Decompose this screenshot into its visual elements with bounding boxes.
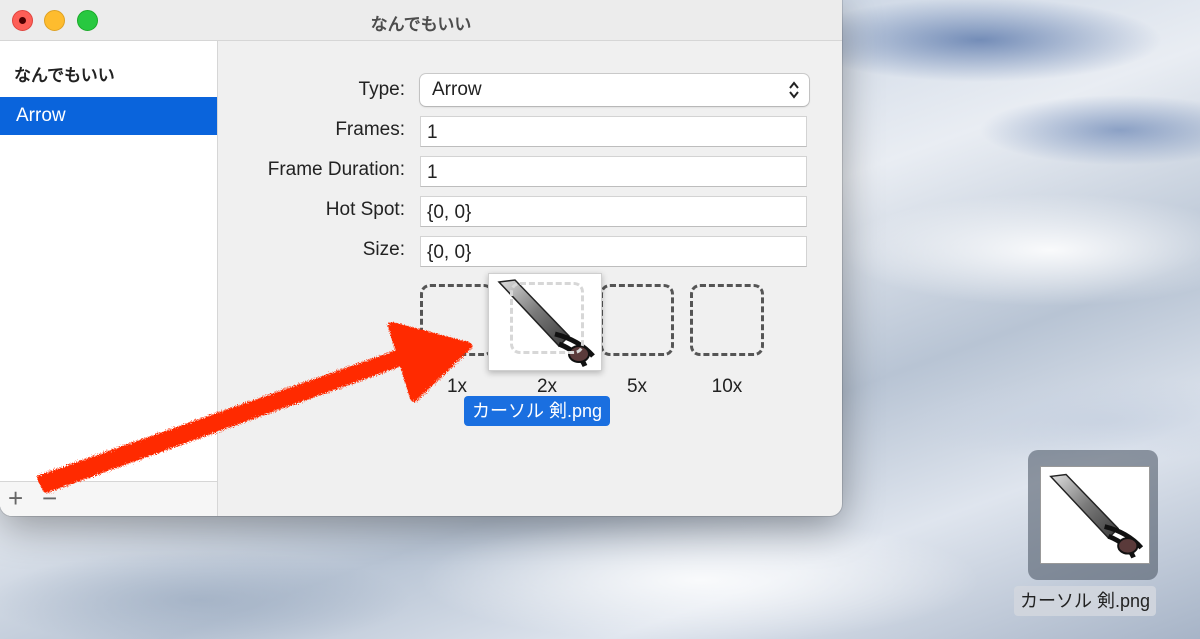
title-bar: なんでもいい <box>0 0 842 41</box>
remove-button[interactable]: − <box>42 484 57 512</box>
sword-image-icon <box>1049 473 1144 559</box>
well-label-5x: 5x <box>626 376 648 397</box>
hot-spot-label: Hot Spot: <box>325 199 405 220</box>
well-label-10x: 10x <box>711 376 743 397</box>
image-well-1x[interactable] <box>420 284 494 356</box>
frames-field[interactable]: 1 <box>420 116 807 147</box>
frame-duration-field[interactable]: 1 <box>420 156 807 187</box>
desktop-file-icon[interactable] <box>1040 466 1150 564</box>
well-label-2x: 2x <box>536 376 558 397</box>
chevron-updown-icon <box>789 81 799 99</box>
size-label: Size: <box>362 239 405 260</box>
image-well-5x[interactable] <box>600 284 674 356</box>
app-window: なんでもいい なんでもいい Arrow + − Type: Arrow Fram… <box>0 0 842 516</box>
drag-ghost-well <box>510 282 584 354</box>
frames-label: Frames: <box>335 119 405 140</box>
sidebar-item-arrow[interactable]: Arrow <box>0 97 217 135</box>
image-well-10x[interactable] <box>690 284 764 356</box>
well-label-1x: 1x <box>446 376 468 397</box>
desktop-filename[interactable]: カーソル 剣.png <box>1014 586 1157 616</box>
type-select[interactable]: Arrow <box>420 74 809 106</box>
sidebar-header: なんでもいい <box>14 66 115 85</box>
window-title: なんでもいい <box>370 15 472 34</box>
drag-filename: カーソル 剣.png <box>464 396 611 426</box>
sidebar: なんでもいい Arrow + − <box>0 41 218 516</box>
type-select-value: Arrow <box>432 79 482 100</box>
frame-duration-label: Frame Duration: <box>267 159 405 180</box>
type-label: Type: <box>358 79 405 100</box>
hot-spot-field[interactable]: {0, 0} <box>420 196 807 227</box>
add-button[interactable]: + <box>8 484 23 512</box>
size-field[interactable]: {0, 0} <box>420 236 807 267</box>
sidebar-footer: + − <box>0 481 217 516</box>
